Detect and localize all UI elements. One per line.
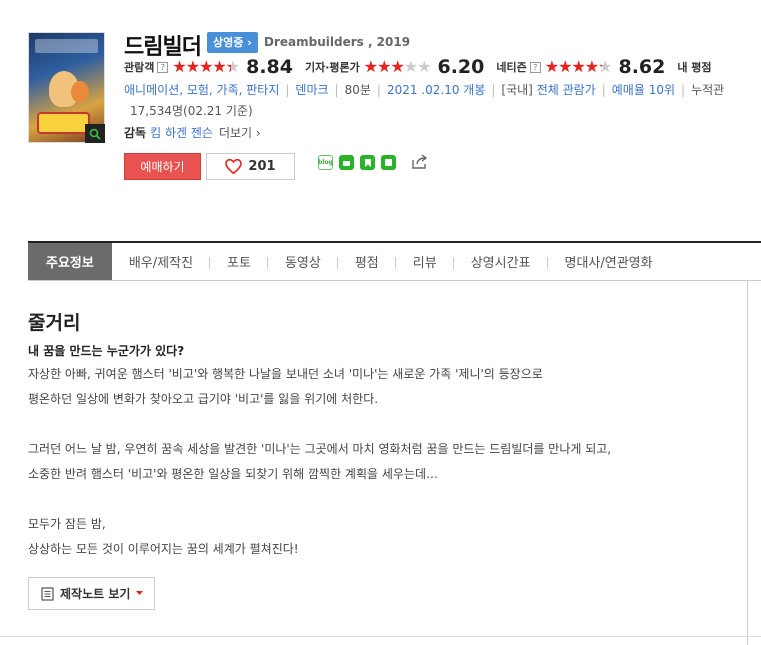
- tab-label: 배우/제작진: [128, 256, 194, 271]
- memo-share-icon[interactable]: [381, 155, 396, 170]
- cafe-share-icon[interactable]: [339, 155, 354, 170]
- director-more-link[interactable]: 더보기 ›: [219, 126, 261, 140]
- tab-photo[interactable]: 포토: [210, 243, 268, 280]
- blog-share-icon[interactable]: blog: [318, 155, 333, 170]
- tab-label: 포토: [227, 256, 251, 271]
- bottom-divider: [0, 636, 761, 637]
- tab-bar: 주요정보 배우/제작진 포토 동영상 평점 리뷰 상영시간표 명대사/연관영화: [28, 241, 761, 281]
- synopsis-line: 소중한 반려 햄스터 '비고'와 평온한 일상을 되찾기 위해 깜찍한 계획을 …: [28, 467, 439, 481]
- synopsis-line: 평온하던 일상에 변화가 찾아오고 급기야 '비고'를 잃을 위기에 처한다.: [28, 392, 379, 406]
- synopsis-line: 그러던 어느 날 밤, 우연히 꿈속 세상을 발견한 '미나'는 그곳에서 마치…: [28, 442, 612, 456]
- ratings-row: 관람객 ? ★★★★★★★★★★ 8.84 기자·평론가 ★★★★★★★★★★ …: [124, 56, 712, 78]
- director-label: 감독: [124, 126, 147, 140]
- synopsis-line: 상상하는 모든 것이 이루어지는 꿈의 세계가 펼쳐진다!: [28, 542, 299, 556]
- netizen-score: 8.62: [618, 56, 666, 78]
- zoom-icon[interactable]: [85, 124, 105, 143]
- status-badge[interactable]: 상영중 ›: [207, 32, 258, 53]
- country-link[interactable]: 덴마크: [295, 83, 328, 97]
- help-icon[interactable]: ?: [157, 61, 169, 73]
- audience-stars: ★★★★★★★★★★: [172, 57, 240, 76]
- tab-main-info[interactable]: 주요정보: [28, 243, 112, 280]
- tab-review[interactable]: 리뷰: [396, 243, 454, 280]
- production-note-button[interactable]: 제작노트 보기: [28, 577, 155, 610]
- tab-label: 명대사/연관영화: [564, 256, 653, 271]
- document-icon: [41, 586, 54, 601]
- tab-rating[interactable]: 평점: [338, 243, 396, 280]
- tab-label: 주요정보: [46, 256, 94, 271]
- synopsis-heading: 줄거리: [28, 312, 81, 334]
- share-icon[interactable]: [411, 153, 429, 173]
- blog-share-label: blog: [318, 159, 333, 166]
- synopsis-line: 모두가 잠든 밤,: [28, 517, 106, 531]
- tab-label: 상영시간표: [470, 256, 531, 271]
- netizen-stars: ★★★★★★★★★★: [544, 57, 613, 76]
- tab-label: 동영상: [284, 256, 321, 271]
- tab-showtimes[interactable]: 상영시간표: [454, 243, 548, 280]
- like-button[interactable]: 201: [206, 153, 295, 180]
- help-icon[interactable]: ?: [529, 61, 541, 73]
- rating-country: [국내]: [501, 83, 533, 97]
- genre-link[interactable]: 애니메이션, 모험, 가족, 판타지: [124, 83, 279, 97]
- like-count: 201: [248, 159, 276, 174]
- audience-score: 8.84: [246, 56, 293, 78]
- director-row: 감독 킴 하겐 젠슨 더보기 ›: [124, 124, 261, 141]
- synopsis-tagline: 내 꿈을 만드는 누군가가 있다?: [28, 344, 185, 358]
- reservation-rank-link[interactable]: 예매율 10위: [612, 83, 675, 97]
- cumulative-label: 누적관: [691, 83, 725, 97]
- rating-link[interactable]: 전체 관람가: [537, 83, 596, 97]
- poster-hamster: [71, 81, 89, 103]
- critics-score: 6.20: [437, 56, 485, 78]
- director-link[interactable]: 킴 하겐 젠슨: [150, 126, 213, 140]
- tab-label: 리뷰: [412, 256, 437, 271]
- audience-label: 관람객: [124, 61, 155, 74]
- book-button[interactable]: 예매하기: [124, 153, 201, 180]
- production-note-label: 제작노트 보기: [60, 587, 131, 601]
- netizen-label: 네티즌: [496, 61, 527, 74]
- caret-down-icon: [136, 591, 144, 595]
- tab-video[interactable]: 동영상: [268, 243, 338, 280]
- poster-title-art: [35, 39, 98, 53]
- my-rating-label[interactable]: 내 평점: [677, 59, 711, 75]
- bookmark-share-icon[interactable]: [360, 155, 375, 170]
- heart-icon: [225, 159, 243, 174]
- tab-cast[interactable]: 배우/제작진: [112, 243, 211, 280]
- tab-quotes[interactable]: 명대사/연관영화: [548, 243, 670, 280]
- poster-logo: [37, 112, 90, 134]
- movie-info-row: 애니메이션, 모험, 가족, 판타지 | 덴마크 | 80분 | 2021 .02.10 개…: [124, 83, 725, 97]
- synopsis-line: 자상한 아빠, 귀여운 햄스터 '비고'와 행복한 나날을 보내던 소녀 '미나…: [28, 367, 543, 381]
- critics-stars: ★★★★★★★★★★: [363, 57, 432, 76]
- cumulative-audience: 17,534명(02.21 기준): [130, 104, 253, 118]
- release-date-link[interactable]: 2021 .02.10 개봉: [387, 83, 485, 97]
- english-title: Dreambuilders , 2019: [264, 35, 411, 49]
- content-divider: [747, 281, 748, 645]
- tab-label: 평점: [354, 256, 379, 271]
- critics-label: 기자·평론가: [304, 61, 360, 74]
- runtime: 80분: [344, 83, 371, 97]
